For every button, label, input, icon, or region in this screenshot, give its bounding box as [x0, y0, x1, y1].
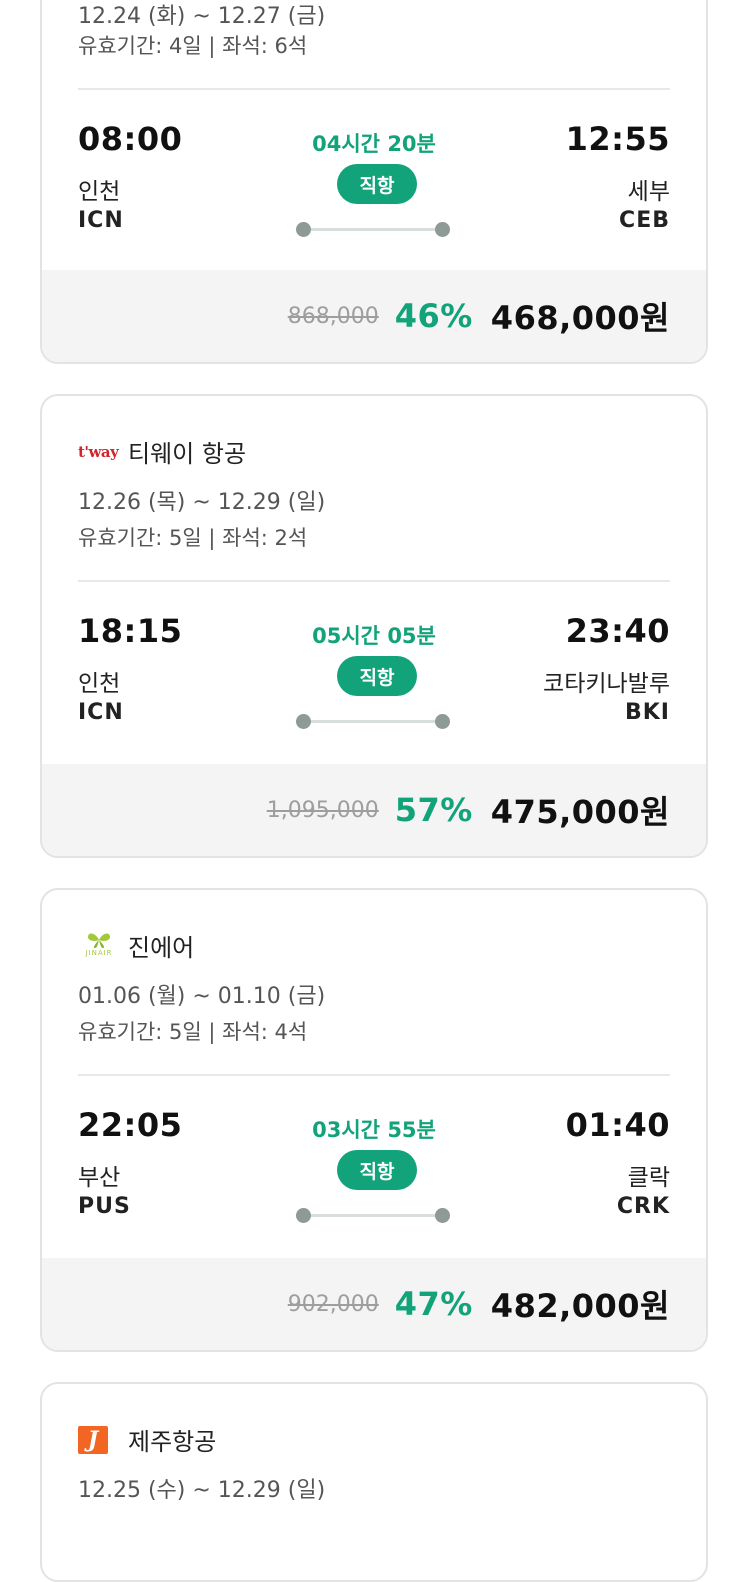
validity-seats: 유효기간: 5일 | 좌석: 4석 — [78, 1020, 308, 1044]
direct-flight-badge: 직항 — [337, 164, 417, 204]
discount-rate: 47% — [394, 1285, 473, 1323]
discount-rate: 46% — [394, 297, 473, 335]
jinair-logo-icon: JINAIR — [78, 931, 120, 961]
departure-city: 부산 — [78, 1165, 121, 1191]
jejuair-logo-icon: J — [78, 1425, 120, 1455]
arrival-city: 세부 — [627, 179, 670, 205]
direct-flight-badge: 직항 — [337, 1150, 417, 1190]
arrival-time: 23:40 — [565, 612, 670, 650]
jejuair-logo-text: J — [87, 1426, 99, 1453]
price-bar: 902,000 47% 482,000원 — [42, 1258, 706, 1350]
travel-dates: 01.06 (월) ~ 01.10 (금) — [78, 984, 326, 1009]
final-price: 468,000원 — [490, 299, 670, 337]
arrival-time: 12:55 — [565, 120, 670, 158]
divider — [78, 580, 670, 582]
airline-header: t'way 티웨이 항공 — [78, 434, 246, 469]
arrival-code: CEB — [619, 208, 670, 233]
original-price: 1,095,000 — [266, 797, 379, 823]
original-price: 902,000 — [287, 1291, 379, 1317]
divider — [78, 88, 670, 90]
airline-name: 제주항공 — [128, 1428, 217, 1456]
departure-city: 인천 — [78, 671, 121, 697]
departure-city: 인천 — [78, 179, 121, 205]
travel-dates: 12.25 (수) ~ 12.29 (일) — [78, 1478, 326, 1503]
flight-card[interactable]: J 제주항공 12.25 (수) ~ 12.29 (일) — [40, 1382, 708, 1582]
flight-card[interactable]: t'way 티웨이 항공 12.26 (목) ~ 12.29 (일) 유효기간:… — [40, 394, 708, 858]
arrival-code: BKI — [624, 700, 670, 725]
departure-code: ICN — [78, 208, 124, 233]
airline-header: JINAIR 진에어 — [78, 928, 194, 963]
origin-dot — [296, 1208, 311, 1223]
jinair-logo-text: JINAIR — [85, 948, 113, 957]
arrival-city: 코타키나발루 — [543, 671, 670, 697]
tway-logo-icon: t'way — [78, 437, 120, 467]
travel-dates: 12.24 (화) ~ 12.27 (금) — [78, 4, 326, 29]
discount-rate: 57% — [394, 791, 473, 829]
route-line — [296, 1208, 450, 1223]
arrival-time: 01:40 — [565, 1106, 670, 1144]
flight-card[interactable]: JINAIR 진에어 01.06 (월) ~ 01.10 (금) 유효기간: 5… — [40, 888, 708, 1352]
arrival-code: CRK — [616, 1194, 670, 1219]
flight-card[interactable]: 12.24 (화) ~ 12.27 (금) 유효기간: 4일 | 좌석: 6석 … — [40, 0, 708, 364]
destination-dot — [435, 714, 450, 729]
travel-dates: 12.26 (목) ~ 12.29 (일) — [78, 490, 326, 515]
final-price: 475,000원 — [490, 793, 670, 831]
arrival-city: 클락 — [627, 1165, 670, 1191]
divider — [78, 1074, 670, 1076]
direct-flight-badge: 직항 — [337, 656, 417, 696]
destination-dot — [435, 1208, 450, 1223]
tway-logo-text: t'way — [78, 442, 119, 461]
route-line — [296, 222, 450, 237]
price-bar: 1,095,000 57% 475,000원 — [42, 764, 706, 856]
airline-name: 티웨이 항공 — [128, 440, 247, 468]
departure-code: PUS — [78, 1194, 131, 1219]
destination-dot — [435, 222, 450, 237]
final-price: 482,000원 — [490, 1287, 670, 1325]
validity-seats: 유효기간: 5일 | 좌석: 2석 — [78, 526, 308, 550]
validity-seats: 유효기간: 4일 | 좌석: 6석 — [78, 34, 308, 58]
airline-header: J 제주항공 — [78, 1422, 216, 1457]
origin-dot — [296, 714, 311, 729]
original-price: 868,000 — [287, 303, 379, 329]
butterfly-icon — [88, 933, 110, 948]
departure-code: ICN — [78, 700, 124, 725]
origin-dot — [296, 222, 311, 237]
route-line — [296, 714, 450, 729]
airline-name: 진에어 — [128, 934, 195, 962]
price-bar: 868,000 46% 468,000원 — [42, 270, 706, 362]
